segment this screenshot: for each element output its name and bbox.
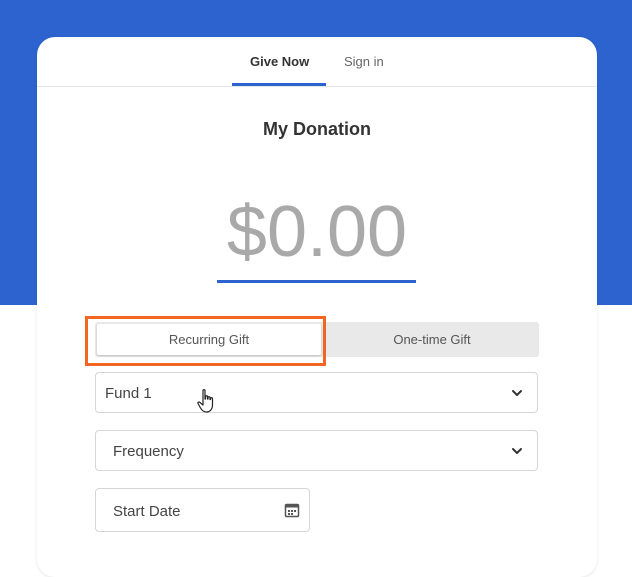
amount-underline <box>217 280 416 283</box>
active-tab-indicator <box>232 83 326 86</box>
fund-select-value: Fund 1 <box>105 385 152 402</box>
start-date-field[interactable]: Start Date <box>95 488 310 532</box>
tab-bar: Give Now Sign in <box>37 37 597 87</box>
tab-sign-in[interactable]: Sign in <box>344 54 384 69</box>
one-time-gift-button[interactable]: One-time Gift <box>325 322 539 357</box>
page-title: My Donation <box>263 119 371 139</box>
chevron-down-icon <box>512 448 522 454</box>
frequency-select[interactable]: Frequency <box>95 430 538 471</box>
start-date-placeholder: Start Date <box>113 503 181 520</box>
highlight-annotation <box>85 316 326 366</box>
tab-give-now[interactable]: Give Now <box>250 54 309 69</box>
calendar-icon[interactable] <box>284 502 300 518</box>
frequency-select-placeholder: Frequency <box>113 443 184 460</box>
fund-select[interactable]: Fund 1 <box>95 372 538 413</box>
donation-card: Give Now Sign in My Donation $0.00 Recur… <box>37 37 597 577</box>
amount-input[interactable]: $0.00 <box>217 187 417 277</box>
chevron-down-icon <box>512 390 522 396</box>
